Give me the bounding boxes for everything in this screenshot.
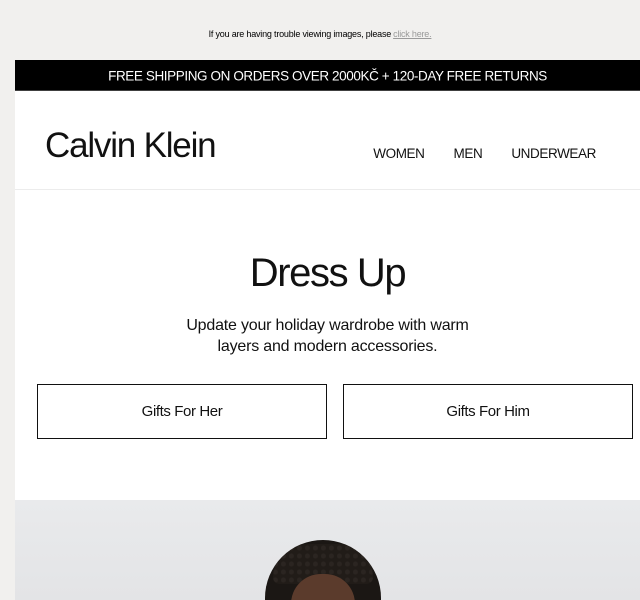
nav-women[interactable]: WOMEN [373, 146, 425, 161]
hero-subtitle: Update your holiday wardrobe with warm l… [15, 315, 640, 357]
nav-men[interactable]: MEN [454, 146, 483, 161]
email-header: Calvin Klein WOMEN MEN UNDERWEAR [15, 90, 640, 190]
promo-banner-text: FREE SHIPPING ON ORDERS OVER 2000KČ + 12… [108, 67, 547, 83]
hero-subtitle-line: Update your holiday wardrobe with warm [186, 317, 469, 334]
preheader: If you are having trouble viewing images… [0, 0, 640, 60]
hero-title: Dress Up [249, 251, 407, 295]
hero-section: Dress Up Update your holiday wardrobe wi… [15, 190, 640, 500]
preheader-text: If you are having trouble viewing images… [208, 28, 392, 39]
promo-banner[interactable]: FREE SHIPPING ON ORDERS OVER 2000KČ + 12… [15, 60, 640, 91]
hero-photo[interactable] [15, 500, 640, 600]
hero-subtitle-line: layers and modern accessories. [217, 338, 438, 355]
gifts-for-her-button[interactable]: Gifts For Her [37, 384, 327, 439]
gifts-for-her-label: Gifts For Her [141, 403, 223, 420]
email-body: FREE SHIPPING ON ORDERS OVER 2000KČ + 12… [15, 60, 640, 600]
brand-logo[interactable]: Calvin Klein [45, 128, 217, 163]
click-here-link[interactable]: click here. [393, 29, 432, 39]
main-nav: WOMEN MEN UNDERWEAR [344, 146, 596, 161]
model-head-image [265, 540, 381, 600]
gifts-for-him-label: Gifts For Him [446, 403, 530, 420]
email-page: If you are having trouble viewing images… [0, 0, 640, 600]
nav-underwear[interactable]: UNDERWEAR [511, 146, 596, 161]
gifts-for-him-button[interactable]: Gifts For Him [343, 384, 633, 439]
